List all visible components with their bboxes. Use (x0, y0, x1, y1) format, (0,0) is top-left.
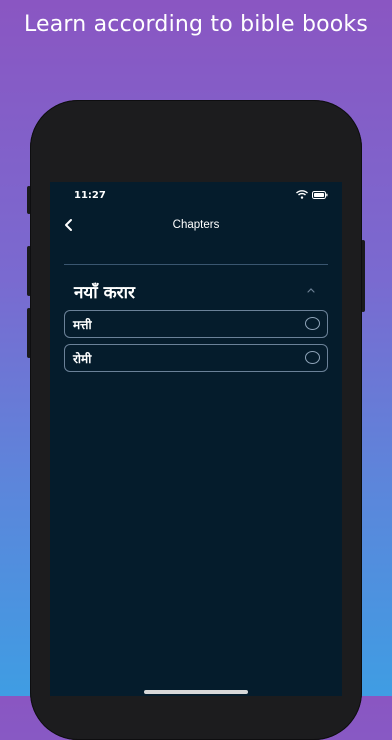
promo-headline: Learn according to bible books (23, 12, 369, 37)
status-bar: 11:27 (50, 182, 342, 210)
battery-icon (312, 191, 328, 199)
section-title: नयाँ करार (74, 283, 135, 303)
nav-bar: Chapters (50, 212, 342, 240)
page-title: Chapters (172, 219, 220, 231)
section-header-new-testament[interactable]: नयाँ करार (64, 280, 328, 304)
header-divider (64, 264, 328, 265)
chevron-up-icon[interactable] (306, 286, 316, 294)
phone-screen: 11:27 Chapters नयाँ करार मत्ती रोमी (50, 182, 342, 696)
wifi-icon (296, 190, 308, 199)
book-row-romans[interactable]: रोमी (64, 344, 328, 372)
home-indicator (144, 690, 248, 694)
radio-icon[interactable] (305, 351, 320, 364)
book-name: रोमी (73, 352, 92, 366)
status-time: 11:27 (74, 190, 106, 201)
radio-icon[interactable] (305, 317, 320, 330)
book-row-matthew[interactable]: मत्ती (64, 310, 328, 338)
book-name: मत्ती (73, 318, 92, 332)
